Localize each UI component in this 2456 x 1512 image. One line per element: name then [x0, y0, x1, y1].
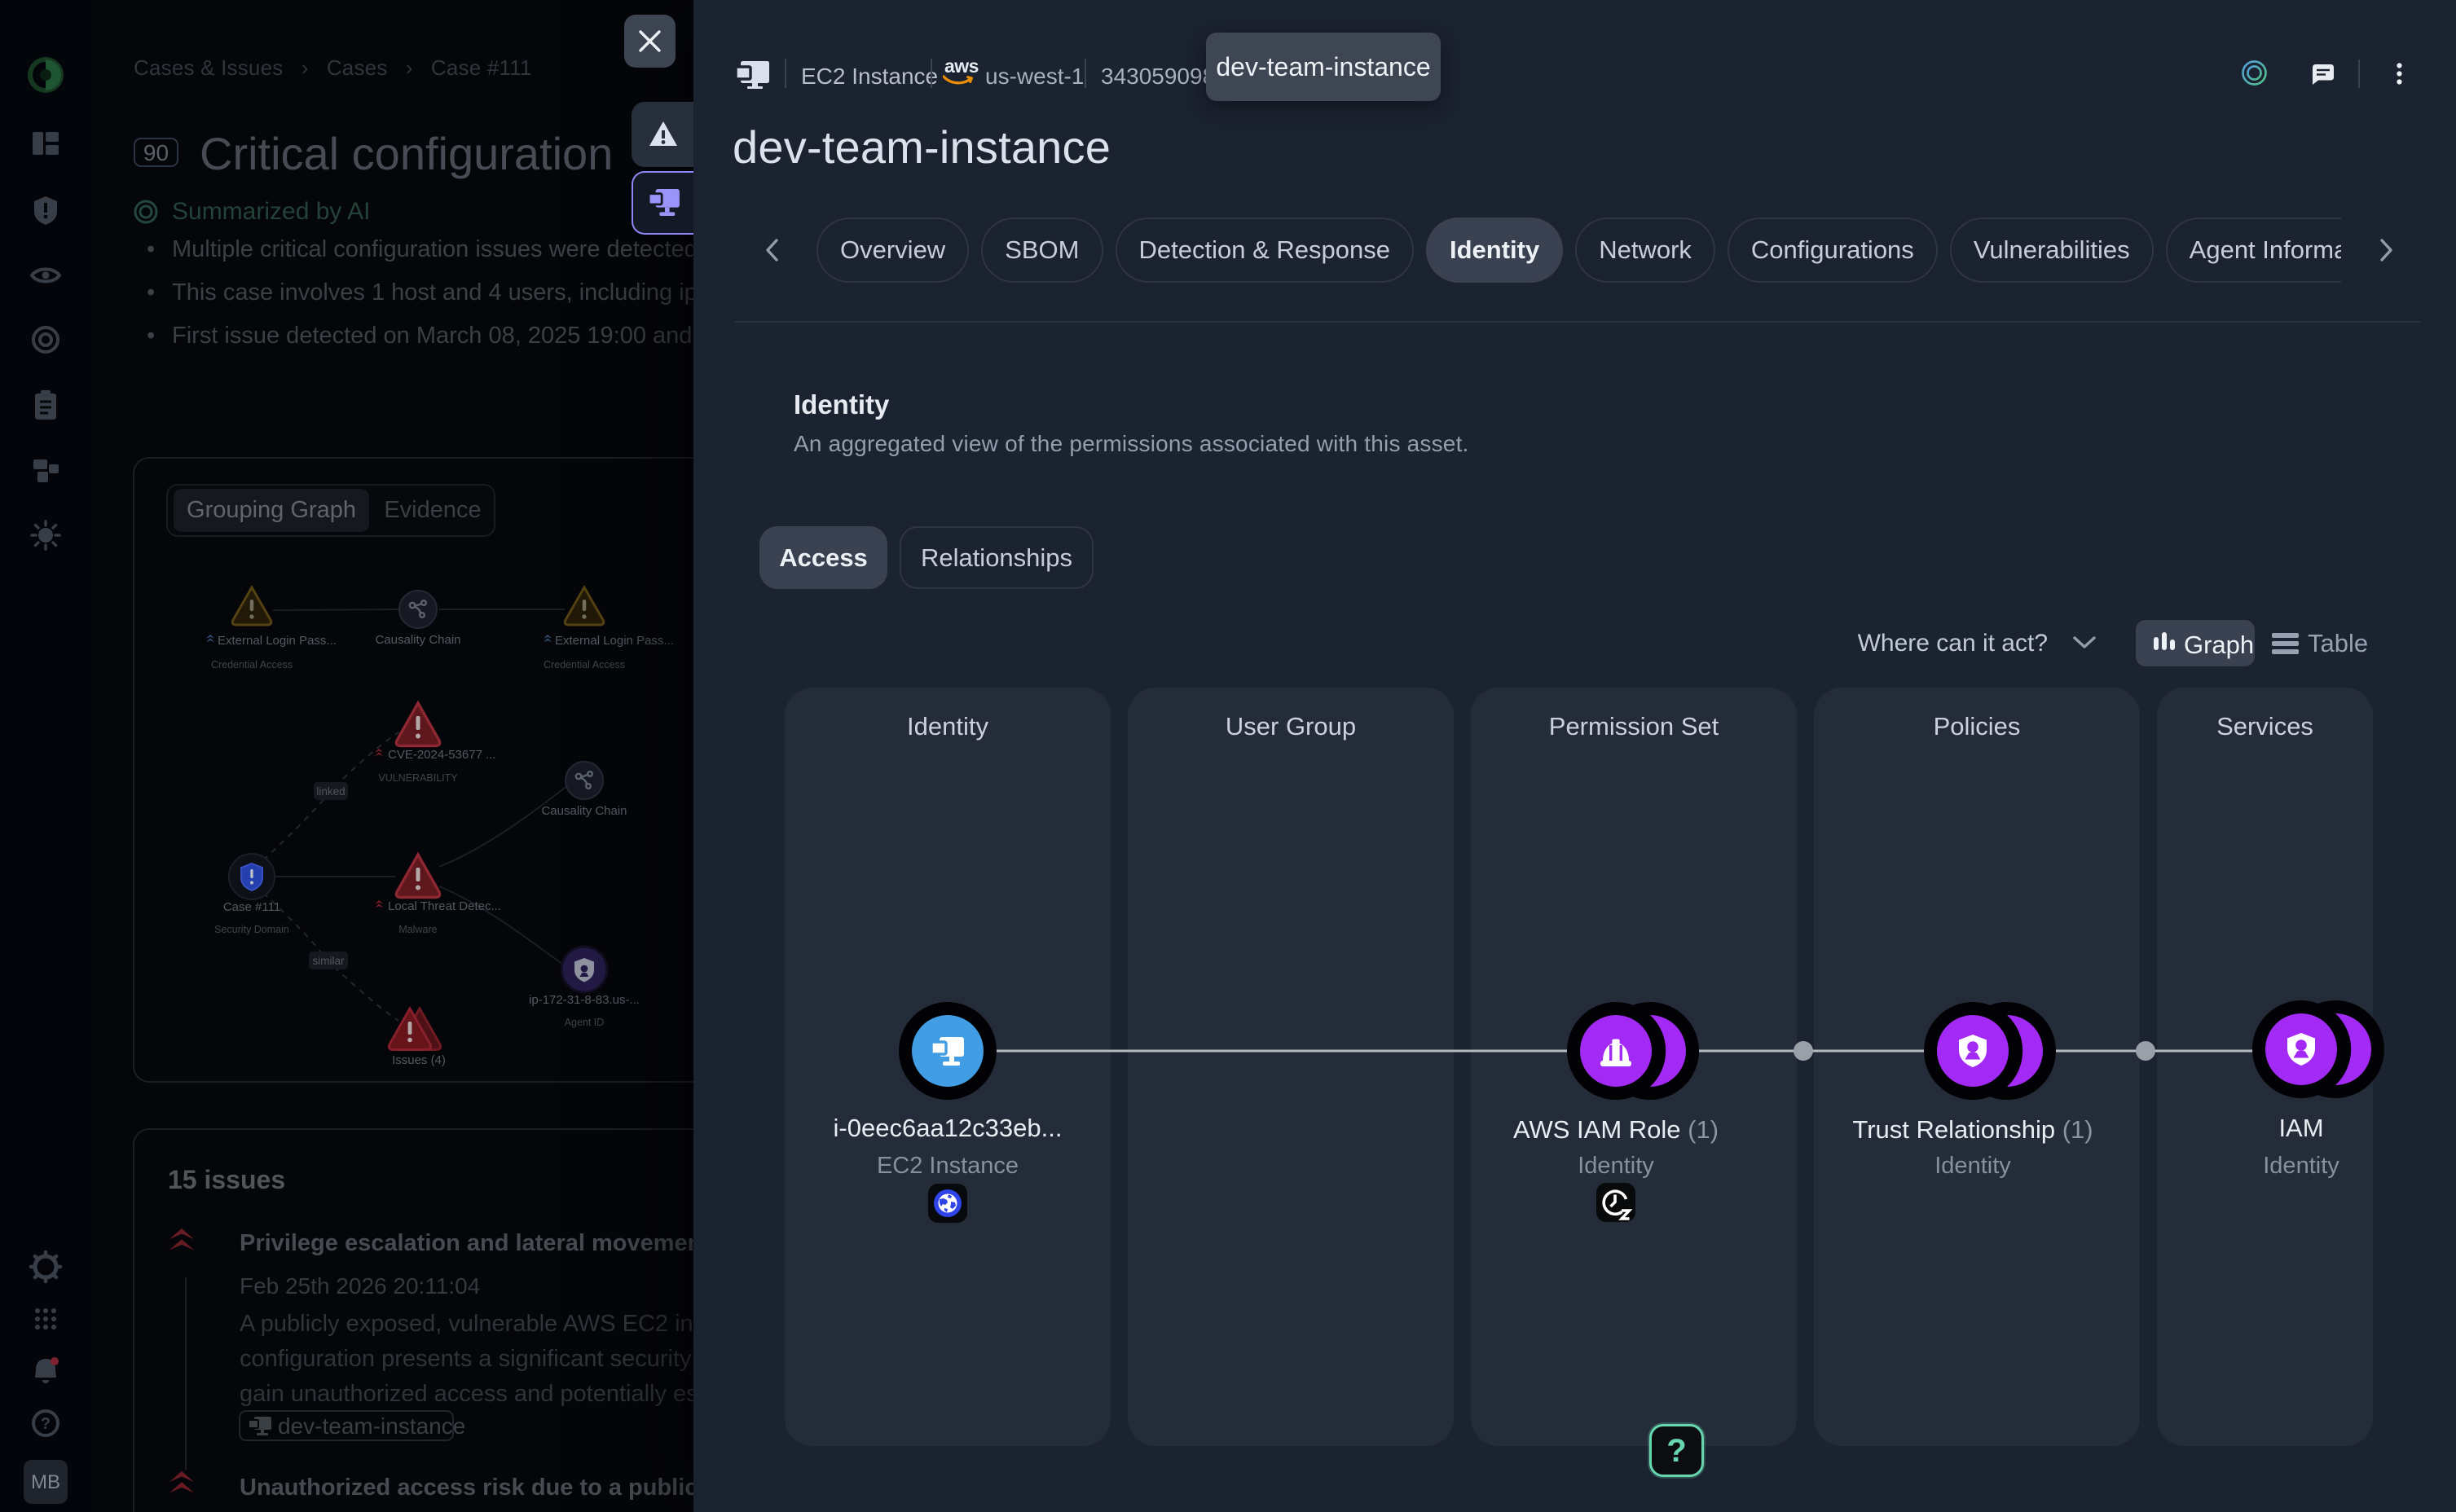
svg-text:External Login Pass...: External Login Pass...	[218, 634, 337, 648]
svg-text:Identity: Identity	[1934, 1153, 2011, 1179]
svg-text:linked: linked	[316, 785, 345, 798]
svg-text:Case #111: Case #111	[223, 900, 280, 914]
svg-text:Identity: Identity	[1578, 1153, 1654, 1179]
svg-text:Local Threat Detec...: Local Threat Detec...	[388, 899, 501, 913]
svg-text:EC2 Instance: EC2 Instance	[877, 1153, 1019, 1179]
svg-text:?: ?	[41, 1415, 51, 1433]
svg-text:Credential Access: Credential Access	[544, 659, 625, 670]
svg-text:Credential Access: Credential Access	[211, 659, 293, 670]
svg-text:AWS IAM Role (1): AWS IAM Role (1)	[1513, 1115, 1719, 1144]
svg-text:Security Domain: Security Domain	[214, 924, 289, 935]
svg-text:ip-172-31-8-83.us-...: ip-172-31-8-83.us-...	[529, 993, 640, 1007]
svg-text:Causality Chain: Causality Chain	[375, 633, 460, 647]
svg-text:VULNERABILITY: VULNERABILITY	[378, 772, 458, 784]
svg-text:i-0eec6aa12c33eb...: i-0eec6aa12c33eb...	[834, 1114, 1063, 1142]
svg-text:Malware: Malware	[398, 924, 437, 935]
svg-text:CVE-2024-53677 ...: CVE-2024-53677 ...	[388, 748, 496, 762]
svg-text:IAM: IAM	[2278, 1114, 2323, 1142]
svg-text:similar: similar	[313, 955, 346, 967]
svg-text:External Login Pass...: External Login Pass...	[555, 634, 674, 648]
svg-text:MB: MB	[31, 1471, 60, 1493]
svg-text:Identity: Identity	[2263, 1153, 2339, 1179]
svg-text:Agent ID: Agent ID	[565, 1017, 605, 1028]
svg-text:Issues (4): Issues (4)	[392, 1053, 446, 1067]
svg-text:Causality Chain: Causality Chain	[541, 804, 627, 818]
svg-text:Trust Relationship (1): Trust Relationship (1)	[1852, 1115, 2093, 1144]
